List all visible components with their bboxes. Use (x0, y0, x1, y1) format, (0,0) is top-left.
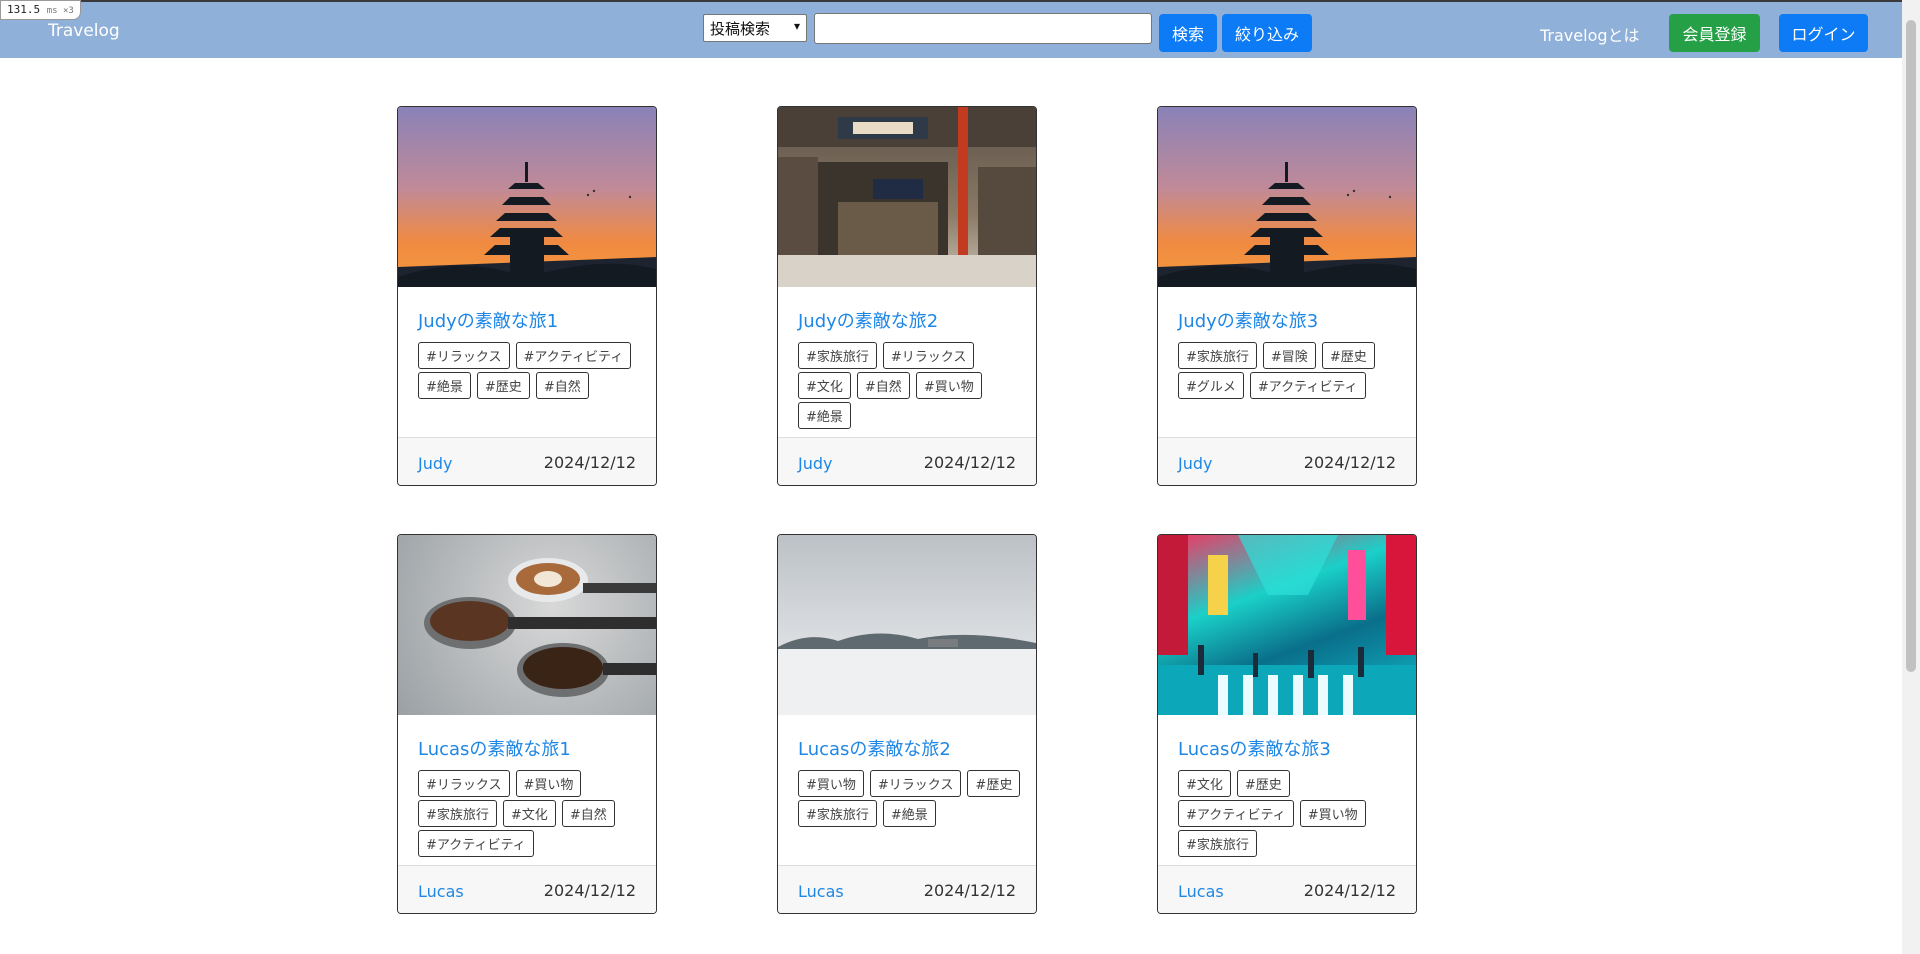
tag-chip[interactable]: #アクティビティ (515, 342, 632, 369)
post-card[interactable]: Lucasの素敵な旅3 #文化 #歴史 #アクティビティ #買い物 #家族旅行 Lucas 2… (1157, 534, 1417, 914)
card-footer: Judy 2024/12/12 (1158, 437, 1416, 485)
search-type-select[interactable]: 投稿検索 ▾ (703, 14, 807, 42)
post-image[interactable] (398, 535, 656, 715)
tag-chip[interactable]: #歴史 (1236, 770, 1290, 797)
post-card[interactable]: Judyの素敵な旅1 #リラックス #アクティビティ #絶景 #歴史 #自然 Judy 202… (397, 106, 657, 486)
tag-chip[interactable]: #買い物 (798, 770, 864, 797)
tag-chip[interactable]: #家族旅行 (1178, 830, 1257, 857)
post-title[interactable]: Lucasの素敵な旅2 (798, 735, 951, 761)
tag-chip[interactable]: #家族旅行 (798, 800, 877, 827)
tag-list: #リラックス #買い物 #家族旅行 #文化 #自然 #アクティビティ (418, 770, 648, 860)
tag-chip[interactable]: #歴史 (476, 372, 530, 399)
tag-chip[interactable]: #アクティビティ (1178, 800, 1294, 827)
tag-list: #買い物 #リラックス #歴史 #家族旅行 #絶景 (798, 770, 1028, 830)
chevron-down-icon: ▾ (793, 19, 800, 33)
post-title[interactable]: Judyの素敵な旅3 (1178, 307, 1318, 333)
search-button[interactable]: 検索 (1159, 14, 1217, 52)
page-scrollbar[interactable] (1902, 0, 1920, 954)
tag-chip[interactable]: #グルメ (1178, 372, 1244, 399)
register-button[interactable]: 会員登録 (1669, 14, 1760, 52)
tag-chip[interactable]: #歴史 (1321, 342, 1375, 369)
tag-chip[interactable]: #歴史 (967, 770, 1021, 797)
author-link[interactable]: Judy (798, 454, 832, 473)
tag-chip[interactable]: #家族旅行 (418, 800, 497, 827)
tag-list: #文化 #歴史 #アクティビティ #買い物 #家族旅行 (1178, 770, 1408, 860)
post-date: 2024/12/12 (1303, 881, 1396, 900)
tag-chip[interactable]: #自然 (535, 372, 589, 399)
card-footer: Judy 2024/12/12 (398, 437, 656, 485)
tag-chip[interactable]: #絶景 (418, 372, 471, 399)
brand-link[interactable]: Travelog (48, 21, 120, 41)
card-footer: Lucas 2024/12/12 (398, 865, 656, 913)
perf-unit: ms ×3 (46, 6, 74, 16)
post-title[interactable]: Lucasの素敵な旅3 (1178, 735, 1331, 761)
post-image[interactable] (778, 535, 1036, 715)
author-link[interactable]: Lucas (418, 882, 464, 901)
tag-chip[interactable]: #冒険 (1262, 342, 1316, 369)
post-date: 2024/12/12 (543, 881, 636, 900)
tag-chip[interactable]: #買い物 (1299, 800, 1366, 827)
tag-chip[interactable]: #買い物 (515, 770, 582, 797)
tag-list: #家族旅行 #冒険 #歴史 #グルメ #アクティビティ (1178, 342, 1408, 402)
tag-chip[interactable]: #リラックス (418, 770, 510, 797)
perf-value: 131.5 (7, 3, 41, 16)
tag-chip[interactable]: #アクティビティ (1249, 372, 1366, 399)
tag-chip[interactable]: #文化 (798, 372, 851, 399)
author-link[interactable]: Lucas (798, 882, 844, 901)
author-link[interactable]: Lucas (1178, 882, 1224, 901)
scrollbar-thumb[interactable] (1906, 20, 1916, 672)
post-image[interactable] (778, 107, 1036, 287)
about-link[interactable]: Travelogとは (1540, 22, 1640, 46)
post-card[interactable]: Lucasの素敵な旅2 #買い物 #リラックス #歴史 #家族旅行 #絶景 Lucas 202… (777, 534, 1037, 914)
tag-chip[interactable]: #リラックス (882, 342, 975, 369)
post-date: 2024/12/12 (923, 453, 1016, 472)
post-image[interactable] (398, 107, 656, 287)
tag-chip[interactable]: #絶景 (798, 402, 851, 429)
login-button[interactable]: ログイン (1779, 14, 1868, 52)
author-link[interactable]: Judy (418, 454, 452, 473)
tag-chip[interactable]: #絶景 (882, 800, 936, 827)
post-card[interactable]: Lucasの素敵な旅1 #リラックス #買い物 #家族旅行 #文化 #自然 #アクティビティ… (397, 534, 657, 914)
search-type-value: 投稿検索 (710, 20, 771, 38)
post-image[interactable] (1158, 107, 1416, 287)
tag-chip[interactable]: #文化 (502, 800, 556, 827)
tag-list: #家族旅行 #リラックス #文化 #自然 #買い物 #絶景 (798, 342, 1028, 432)
card-footer: Lucas 2024/12/12 (1158, 865, 1416, 913)
tag-chip[interactable]: #リラックス (418, 342, 510, 369)
tag-chip[interactable]: #自然 (856, 372, 910, 399)
post-card[interactable]: Judyの素敵な旅3 #家族旅行 #冒険 #歴史 #グルメ #アクティビティ Judy 202… (1157, 106, 1417, 486)
author-link[interactable]: Judy (1178, 454, 1212, 473)
post-title[interactable]: Judyの素敵な旅2 (798, 307, 938, 333)
tag-chip[interactable]: #買い物 (915, 372, 982, 399)
post-date: 2024/12/12 (1303, 453, 1396, 472)
navbar: Travelog 投稿検索 ▾ 検索 絞り込み Travelogとは 会員登録 … (0, 0, 1902, 58)
card-footer: Judy 2024/12/12 (778, 437, 1036, 485)
card-footer: Lucas 2024/12/12 (778, 865, 1036, 913)
search-input[interactable] (814, 13, 1152, 44)
post-date: 2024/12/12 (923, 881, 1016, 900)
tag-chip[interactable]: #自然 (561, 800, 615, 827)
post-image[interactable] (1158, 535, 1416, 715)
post-card[interactable]: Judyの素敵な旅2 #家族旅行 #リラックス #文化 #自然 #買い物 #絶景 Judy 20… (777, 106, 1037, 486)
filter-button[interactable]: 絞り込み (1222, 14, 1312, 52)
perf-badge: 131.5 ms ×3 (0, 0, 81, 20)
tag-chip[interactable]: #家族旅行 (1178, 342, 1257, 369)
tag-chip[interactable]: #文化 (1178, 770, 1231, 797)
tag-chip[interactable]: #家族旅行 (798, 342, 877, 369)
post-title[interactable]: Judyの素敵な旅1 (418, 307, 558, 333)
tag-list: #リラックス #アクティビティ #絶景 #歴史 #自然 (418, 342, 648, 402)
post-date: 2024/12/12 (543, 453, 636, 472)
tag-chip[interactable]: #リラックス (869, 770, 962, 797)
tag-chip[interactable]: #アクティビティ (418, 830, 534, 857)
post-title[interactable]: Lucasの素敵な旅1 (418, 735, 571, 761)
